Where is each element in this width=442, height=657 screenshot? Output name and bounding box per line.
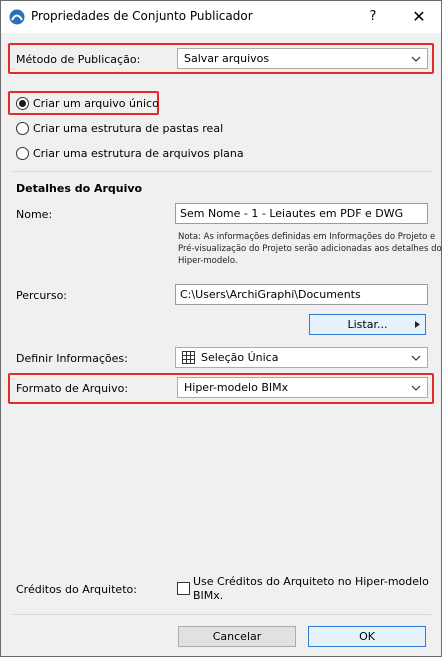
triangle-right-icon	[415, 321, 420, 328]
file-format-value: Hiper-modelo BIMx	[184, 381, 289, 394]
architect-credits-label: Créditos do Arquiteto:	[16, 583, 137, 596]
name-input[interactable]: Sem Nome - 1 - Leiautes em PDF e DWG	[175, 203, 428, 224]
ok-button[interactable]: OK	[308, 626, 426, 647]
radio-single-file[interactable]	[16, 97, 29, 110]
list-button[interactable]: Listar...	[309, 314, 426, 335]
name-value: Sem Nome - 1 - Leiautes em PDF e DWG	[180, 207, 404, 220]
ok-button-label: OK	[359, 630, 375, 643]
publish-method-value: Salvar arquivos	[184, 52, 270, 65]
info-label: Definir Informações:	[16, 352, 128, 365]
list-button-label: Listar...	[347, 318, 388, 331]
grid-table-icon	[182, 351, 195, 364]
architect-credits-text-1[interactable]: Use Créditos do Arquiteto no Hiper-model…	[193, 575, 429, 588]
info-value: Seleção Única	[201, 351, 279, 364]
dialog-window: Propriedades de Conjunto Publicador ? ✕ …	[0, 0, 442, 657]
note-line-1: Nota: As informações definidas em Inform…	[178, 232, 436, 242]
note-line-3: Hiper-modelo.	[178, 256, 238, 266]
info-select[interactable]: Seleção Única	[175, 347, 428, 368]
architect-credits-text-2[interactable]: BIMx.	[193, 589, 223, 602]
path-input[interactable]: C:\Users\ArchiGraphi\Documents	[175, 284, 428, 305]
footer-separator	[13, 614, 431, 615]
radio-single-file-label[interactable]: Criar um arquivo único	[33, 97, 159, 110]
archicad-app-icon	[9, 9, 25, 25]
title-bar: Propriedades de Conjunto Publicador ? ✕	[1, 1, 441, 33]
path-value: C:\Users\ArchiGraphi\Documents	[180, 288, 361, 301]
close-button[interactable]: ✕	[405, 6, 433, 28]
file-details-heading: Detalhes do Arquivo	[16, 182, 143, 195]
note-line-2: Pré-visualização do Projeto serão adicio…	[178, 244, 442, 254]
file-format-select[interactable]: Hiper-modelo BIMx	[177, 377, 428, 398]
separator	[13, 171, 431, 172]
chevron-down-icon	[411, 385, 421, 391]
help-button[interactable]: ?	[359, 6, 387, 28]
chevron-down-icon	[411, 56, 421, 62]
dialog-title: Propriedades de Conjunto Publicador	[31, 9, 253, 23]
cancel-button-label: Cancelar	[212, 630, 262, 643]
chevron-down-icon	[411, 355, 421, 361]
radio-flat-structure[interactable]	[16, 147, 29, 160]
architect-credits-checkbox[interactable]	[177, 582, 190, 595]
radio-real-folders-label[interactable]: Criar uma estrutura de pastas real	[33, 122, 223, 135]
name-label: Nome:	[16, 208, 53, 221]
cancel-button[interactable]: Cancelar	[178, 626, 296, 647]
radio-real-folders[interactable]	[16, 122, 29, 135]
format-label: Formato de Arquivo:	[16, 382, 129, 395]
publish-method-select[interactable]: Salvar arquivos	[177, 48, 428, 69]
publish-method-label: Método de Publicação:	[16, 53, 141, 66]
path-label: Percurso:	[16, 289, 67, 302]
radio-flat-structure-label[interactable]: Criar uma estrutura de arquivos plana	[33, 147, 244, 160]
